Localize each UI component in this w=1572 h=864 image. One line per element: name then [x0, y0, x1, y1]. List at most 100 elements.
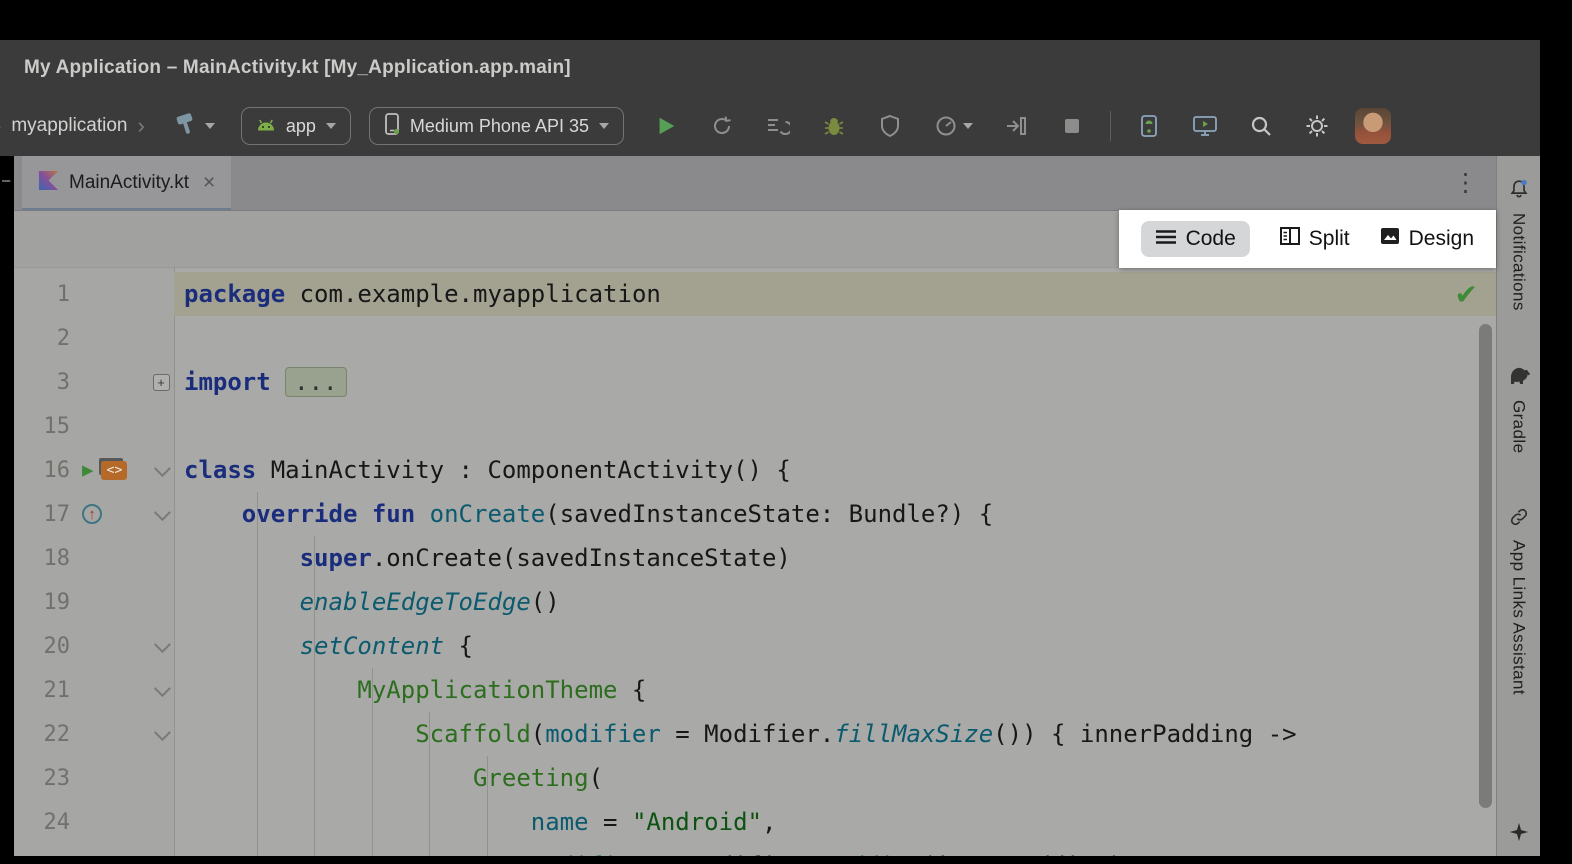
fold-marker-icon[interactable] — [154, 680, 171, 697]
running-devices-button[interactable] — [1181, 106, 1229, 146]
fold-expand-icon[interactable]: + — [153, 374, 170, 391]
code-line-text[interactable]: setContent { — [174, 624, 1496, 668]
shield-icon — [879, 114, 901, 138]
toolwindow-notifications[interactable]: Notifications — [1508, 178, 1530, 311]
apply-changes-button[interactable] — [698, 106, 746, 146]
left-window-edge: – — [0, 156, 14, 856]
device-phone-icon — [384, 112, 400, 141]
run-gutter-icon[interactable]: ▶ — [82, 461, 93, 480]
line-number[interactable]: 2 — [14, 326, 70, 351]
code-line: 25 modifier = Modifier.padding(innerPadd… — [14, 844, 1496, 856]
debug-button[interactable] — [810, 106, 858, 146]
debug-bug-icon — [823, 114, 845, 138]
code-line-text[interactable]: enableEdgeToEdge() — [174, 580, 1496, 624]
device-select[interactable]: Medium Phone API 35 — [369, 107, 624, 145]
chevron-down-icon — [963, 123, 973, 129]
design-image-icon — [1380, 227, 1400, 251]
profiler-button[interactable] — [922, 106, 984, 146]
gutter-cell: 17 ↑ — [14, 492, 174, 536]
line-number[interactable]: 1 — [14, 282, 70, 307]
breadcrumb-chevron-icon: › — [0, 115, 1, 137]
code-line-text[interactable]: import ... — [174, 360, 1496, 404]
code-line: 21 MyApplicationTheme { — [14, 668, 1496, 712]
gradle-sync-button[interactable] — [167, 112, 221, 141]
profile-app-button[interactable] — [866, 106, 914, 146]
line-number[interactable]: 15 — [14, 414, 70, 439]
profiler-gauge-icon — [934, 114, 958, 138]
toolwindow-label: Gradle — [1509, 400, 1529, 453]
fold-marker-icon[interactable] — [154, 460, 171, 477]
code-line-text[interactable]: MyApplicationTheme { — [174, 668, 1496, 712]
toolwindow-app-links-assistant[interactable]: App Links Assistant — [1509, 507, 1529, 695]
user-avatar[interactable] — [1355, 108, 1391, 144]
code-line-text[interactable]: Scaffold(modifier = Modifier.fillMaxSize… — [174, 712, 1496, 756]
line-number[interactable]: 3 — [14, 370, 70, 395]
line-number[interactable]: 23 — [14, 766, 70, 791]
compose-class-gutter-icon[interactable]: <> — [101, 461, 127, 480]
breadcrumb-expand-chevron-icon: › — [138, 115, 145, 137]
gutter-cell: 16 ▶ <> — [14, 448, 174, 492]
search-everywhere-button[interactable] — [1237, 106, 1285, 146]
code-line-text[interactable]: package com.example.myapplication — [174, 272, 1496, 316]
chevron-down-icon — [599, 123, 609, 129]
apply-code-changes-icon — [766, 114, 790, 138]
code-editor[interactable]: 1package com.example.myapplication23+imp… — [14, 268, 1496, 856]
close-icon[interactable]: × — [203, 171, 215, 195]
code-line-text[interactable]: class MainActivity : ComponentActivity()… — [174, 448, 1496, 492]
code-line-text[interactable]: override fun onCreate(savedInstanceState… — [174, 492, 1496, 536]
code-line-text[interactable]: name = "Android", — [174, 800, 1496, 844]
device-manager-button[interactable] — [1125, 106, 1173, 146]
code-lines-icon — [1155, 227, 1177, 251]
inspection-check-icon[interactable]: ✔ — [1455, 278, 1478, 311]
toolwindow-gradle[interactable]: Gradle — [1507, 365, 1531, 453]
code-line: 17 ↑ override fun onCreate(savedInstanceS… — [14, 492, 1496, 536]
code-line-text[interactable]: super.onCreate(savedInstanceState) — [174, 536, 1496, 580]
code-line-text[interactable]: Greeting( — [174, 756, 1496, 800]
mode-split-label: Split — [1309, 227, 1350, 251]
line-number[interactable]: 18 — [14, 546, 70, 571]
fold-marker-icon[interactable] — [154, 724, 171, 741]
toolbar-divider — [1110, 111, 1111, 141]
gutter-cell: 21 — [14, 668, 174, 712]
line-number[interactable]: 24 — [14, 810, 70, 835]
mode-design-button[interactable]: Design — [1380, 227, 1474, 251]
editor-scrollbar[interactable] — [1479, 324, 1492, 808]
fold-marker-icon[interactable] — [154, 504, 171, 521]
line-number[interactable]: 25 — [14, 854, 70, 857]
settings-button[interactable] — [1293, 106, 1341, 146]
ai-assistant-button[interactable] — [1508, 821, 1530, 848]
gutter-cell: 22 — [14, 712, 174, 756]
run-configuration-select[interactable]: app — [241, 107, 351, 145]
gutter-cell: 20 — [14, 624, 174, 668]
bell-icon — [1508, 178, 1530, 205]
gutter-cell: 18 — [14, 536, 174, 580]
tab-mainactivity[interactable]: MainActivity.kt × — [22, 156, 231, 210]
tab-options-kebab-icon[interactable]: ⋮ — [1453, 171, 1478, 196]
project-breadcrumb[interactable]: myapplication — [11, 115, 127, 137]
line-number[interactable]: 19 — [14, 590, 70, 615]
editor-column: MainActivity.kt × ⋮ — [14, 156, 1496, 856]
line-number[interactable]: 22 — [14, 722, 70, 747]
code-line: 3+import ... — [14, 360, 1496, 404]
override-method-gutter-icon[interactable]: ↑ — [82, 504, 102, 524]
code-line-text[interactable]: modifier = Modifier.padding(innerPadding… — [174, 844, 1496, 856]
stop-button[interactable] — [1048, 106, 1096, 146]
mode-code-button[interactable]: Code — [1141, 221, 1250, 257]
fold-marker-icon[interactable] — [154, 636, 171, 653]
editor-tab-bar: MainActivity.kt × ⋮ — [14, 156, 1496, 211]
run-button[interactable] — [642, 106, 690, 146]
gutter-cell: 3+ — [14, 360, 174, 404]
window-titlebar[interactable]: My Application – MainActivity.kt [My_App… — [0, 40, 1540, 96]
attach-debugger-button[interactable] — [992, 106, 1040, 146]
line-number[interactable]: 20 — [14, 634, 70, 659]
line-number[interactable]: 17 — [14, 502, 70, 527]
line-number[interactable]: 16 — [14, 458, 70, 483]
apply-code-changes-button[interactable] — [754, 106, 802, 146]
mode-split-button[interactable]: Split — [1280, 227, 1350, 251]
code-line: 1 package com.example.myapplication — [14, 272, 1496, 316]
mode-design-label: Design — [1409, 227, 1474, 251]
gear-icon — [1305, 114, 1329, 138]
code-lines: 1package com.example.myapplication23+imp… — [14, 272, 1496, 856]
line-number[interactable]: 21 — [14, 678, 70, 703]
toolwindow-label: Notifications — [1509, 213, 1529, 311]
